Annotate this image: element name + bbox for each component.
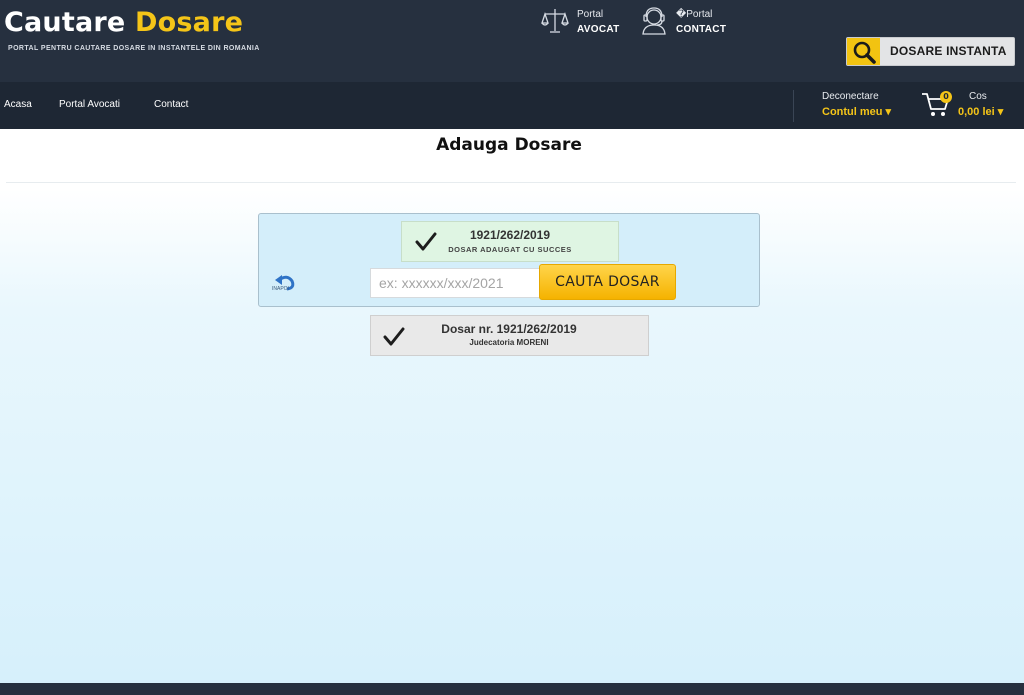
nav-divider [793, 90, 794, 122]
checkmark-icon [383, 327, 405, 346]
magnifier-icon [853, 41, 876, 64]
logo-text-yellow: Dosare [135, 7, 244, 38]
cart-label: Cos [969, 91, 987, 102]
nav-item-contact[interactable]: Contact [154, 99, 188, 110]
result-court-name: Judecatoria MORENI [469, 338, 549, 347]
cart-total[interactable]: 0,00 lei ▾ [958, 105, 1003, 118]
tagline: PORTAL PENTRU CAUTARE DOSARE IN INSTANTE… [8, 45, 260, 52]
scales-icon [541, 9, 569, 33]
portal-contact-line2: CONTACT [676, 24, 727, 35]
cart-count-badge: 0 [940, 91, 952, 103]
main-content: Adauga Dosare 1921/262/2019 DOSAR ADAUGA… [0, 129, 1024, 683]
title-divider [6, 182, 1016, 183]
nav-item-acasa[interactable]: Acasa [4, 99, 32, 110]
back-label[interactable]: INAPOI [272, 286, 289, 292]
success-dosar-number: 1921/262/2019 [469, 228, 551, 242]
account-menu[interactable]: Contul meu ▾ [822, 105, 891, 118]
cauta-dosar-button[interactable]: CAUTA DOSAR [539, 264, 676, 300]
portal-contact-line1: �Portal [676, 9, 713, 20]
logout-link[interactable]: Deconectare [822, 91, 879, 102]
result-dosar-title: Dosar nr. 1921/262/2019 [441, 322, 577, 336]
success-text: DOSAR ADAUGAT CU SUCCES [448, 245, 572, 254]
success-message: 1921/262/2019 DOSAR ADAUGAT CU SUCCES [401, 221, 619, 262]
dosar-result-card[interactable]: Dosar nr. 1921/262/2019 Judecatoria MORE… [370, 315, 649, 356]
search-panel: 1921/262/2019 DOSAR ADAUGAT CU SUCCES IN… [258, 213, 760, 307]
dosare-instanta-label: DOSARE INSTANTA [890, 44, 1007, 58]
dosare-instanta-button[interactable]: DOSARE INSTANTA [846, 37, 1015, 66]
main-nav: Acasa Portal Avocati Contact Deconectare… [0, 82, 1024, 129]
site-logo[interactable]: Cautare Dosare [4, 4, 243, 42]
portal-avocat-line1: Portal [577, 9, 604, 20]
portal-avocat-line2: AVOCAT [577, 24, 620, 35]
nav-item-portal-avocati[interactable]: Portal Avocati [59, 99, 120, 110]
header: Cautare Dosare PORTAL PENTRU CAUTARE DOS… [0, 0, 1024, 82]
dosar-search-input[interactable] [370, 268, 540, 298]
support-agent-icon [642, 7, 666, 35]
footer [0, 683, 1024, 695]
instanta-icon-box [847, 38, 880, 65]
logo-text-white: Cautare [4, 7, 126, 38]
page-title: Adauga Dosare [436, 135, 582, 155]
back-arrow-icon[interactable] [273, 272, 297, 296]
